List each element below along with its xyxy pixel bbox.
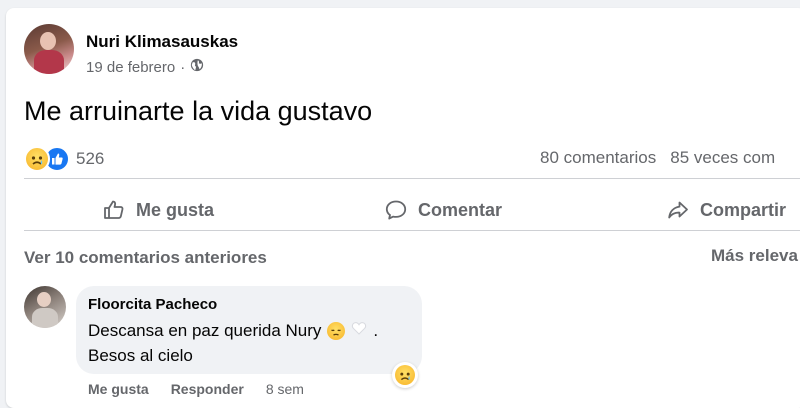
like-button[interactable]: Me gusta — [102, 188, 214, 232]
comment-timestamp[interactable]: 8 sem — [266, 381, 304, 397]
sad-icon — [24, 146, 50, 172]
white-heart-icon — [351, 320, 367, 341]
comment-button[interactable]: Comentar — [384, 188, 502, 232]
post-meta: 19 de febrero · — [86, 58, 204, 76]
author-avatar[interactable] — [24, 24, 74, 74]
reaction-summary[interactable]: 526 — [24, 146, 104, 172]
pensive-face-icon — [327, 321, 346, 340]
comment-text-line-1: Descansa en paz querida Nury . — [88, 320, 378, 341]
thumbs-up-icon — [102, 198, 126, 222]
meta-separator: · — [180, 58, 186, 76]
comment-like-link[interactable]: Me gusta — [88, 381, 149, 397]
comment-text: Descansa en paz querida Nury — [88, 320, 322, 340]
reaction-count[interactable]: 526 — [76, 149, 104, 169]
like-button-label: Me gusta — [136, 199, 215, 220]
shares-count[interactable]: 85 veces com — [670, 148, 775, 167]
share-arrow-icon — [666, 198, 690, 222]
post-card: Nuri Klimasauskas 19 de febrero · Me arr… — [6, 8, 800, 408]
comment-actions: Me gusta Responder 8 sem — [88, 381, 304, 397]
view-previous-comments[interactable]: Ver 10 comentarios anteriores — [24, 248, 267, 268]
share-button-label: Compartir — [700, 199, 787, 220]
globe-icon — [190, 58, 204, 76]
comment-text-line-2: Besos al cielo — [88, 346, 193, 365]
comment-bubble-icon — [384, 198, 408, 222]
engagement-counts: 80 comentarios 85 veces com — [540, 148, 789, 168]
comments-count[interactable]: 80 comentarios — [540, 148, 656, 167]
commenter-avatar[interactable] — [24, 286, 66, 328]
share-button[interactable]: Compartir — [666, 188, 786, 232]
divider-bottom — [24, 230, 800, 231]
post-date[interactable]: 19 de febrero — [86, 59, 175, 76]
comment-reaction-badge[interactable] — [392, 362, 418, 388]
post-author-name[interactable]: Nuri Klimasauskas — [86, 32, 238, 52]
comment-reply-link[interactable]: Responder — [171, 381, 244, 397]
comment-author-name[interactable]: Floorcita Pacheco — [88, 296, 217, 313]
sad-icon — [395, 365, 415, 385]
divider-top — [24, 178, 800, 179]
comment-text-period: . — [373, 320, 379, 340]
post-text: Me arruinarte la vida gustavo — [24, 96, 373, 126]
comment-bubble: Floorcita Pacheco Descansa en paz querid… — [76, 286, 422, 388]
comment-button-label: Comentar — [418, 199, 503, 220]
comment-sort-dropdown[interactable]: Más releva — [711, 246, 798, 266]
